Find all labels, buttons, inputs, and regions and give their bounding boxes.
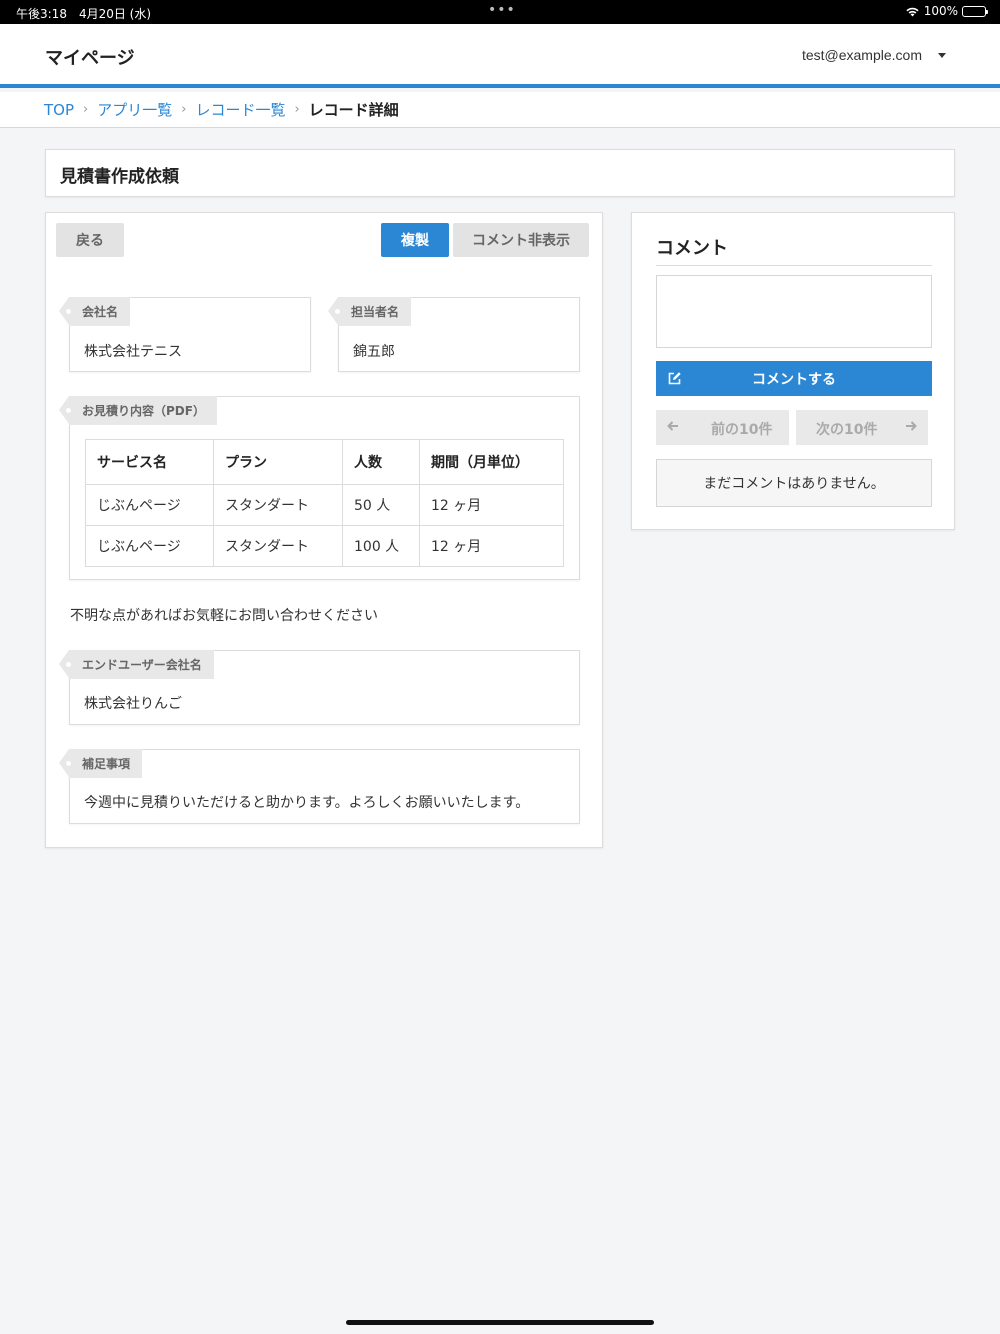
field-value-supplement: 今週中に見積りいただけると助かります。よろしくお願いいたします。: [84, 795, 530, 811]
empty-comments-message: まだコメントはありません。: [656, 459, 932, 507]
app-header: マイページ test@example.com: [0, 24, 1000, 88]
field-label-estimate: お見積り内容（PDF）: [59, 396, 217, 425]
breadcrumb-top[interactable]: TOP: [44, 101, 74, 119]
breadcrumb-app-list[interactable]: アプリ一覧: [97, 99, 172, 120]
note-text: 不明な点があればお気軽にお問い合わせください: [70, 608, 378, 624]
column-header: 人数: [342, 439, 420, 485]
comments-card: コメント コメントする 前の10件 次の10件 まだコメントはありません。: [631, 212, 955, 530]
chevron-right-icon: ›: [181, 102, 187, 117]
breadcrumb-current: レコード詳細: [308, 101, 399, 119]
status-time: 午後3:18 4月20日 (水): [16, 7, 152, 21]
field-value-company: 株式会社テニス: [84, 344, 182, 360]
column-header: 期間（月単位）: [419, 439, 564, 485]
arrow-right-icon: [904, 419, 918, 437]
table-cell: 100 人: [342, 525, 420, 567]
comment-input[interactable]: [656, 275, 932, 348]
field-company: 会社名 株式会社テニス: [58, 297, 311, 372]
breadcrumb: TOP › アプリ一覧 › レコード一覧 › レコード詳細: [0, 92, 1000, 128]
field-value-end-user: 株式会社りんご: [84, 696, 182, 712]
arrow-left-icon: [666, 419, 680, 437]
table-cell: スタンダート: [213, 484, 343, 526]
record-detail-card: 戻る 複製 コメント非表示 会社名 株式会社テニス 担当者名 錦五郎 お見積り内…: [45, 212, 603, 848]
post-comment-label: コメントする: [752, 371, 836, 388]
user-email[interactable]: test@example.com: [802, 47, 922, 63]
status-bar: 午後3:18 4月20日 (水) ••• 100%: [0, 0, 1000, 24]
field-estimate: お見積り内容（PDF） サービス名 プラン 人数 期間（月単位） じぶんページ …: [59, 396, 580, 580]
table-header-row: サービス名 プラン 人数 期間（月単位）: [85, 439, 564, 485]
table-cell: じぶんページ: [85, 525, 214, 567]
column-header: サービス名: [85, 439, 214, 485]
column-header: プラン: [213, 439, 343, 485]
table-cell: スタンダート: [213, 525, 343, 567]
table-row: じぶんページ スタンダート 50 人 12 ヶ月: [85, 484, 564, 526]
estimate-table: サービス名 プラン 人数 期間（月単位） じぶんページ スタンダート 50 人 …: [85, 439, 564, 567]
next-page-button[interactable]: 次の10件: [796, 410, 928, 445]
multitasking-dots[interactable]: •••: [488, 2, 516, 18]
field-label-end-user: エンドユーザー会社名: [59, 650, 214, 679]
field-supplement: 補足事項 今週中に見積りいただけると助かります。よろしくお願いいたします。: [58, 749, 580, 824]
field-end-user: エンドユーザー会社名 株式会社りんご: [59, 650, 580, 725]
home-indicator[interactable]: [346, 1320, 654, 1325]
chevron-right-icon: ›: [294, 102, 300, 117]
breadcrumb-record-list[interactable]: レコード一覧: [195, 99, 285, 120]
battery-icon: [962, 5, 988, 17]
status-right: 100%: [905, 4, 988, 18]
post-comment-button[interactable]: コメントする: [656, 361, 932, 396]
table-cell: じぶんページ: [85, 484, 214, 526]
field-label-supplement: 補足事項: [58, 749, 143, 778]
hide-comments-button[interactable]: コメント非表示: [453, 223, 589, 257]
table-cell: 12 ヶ月: [419, 484, 564, 526]
app-title[interactable]: マイページ: [45, 44, 135, 70]
comments-title: コメント: [656, 234, 932, 266]
back-button[interactable]: 戻る: [56, 223, 124, 257]
field-label-person: 担当者名: [327, 297, 412, 326]
table-cell: 50 人: [342, 484, 420, 526]
user-menu[interactable]: test@example.com: [802, 47, 946, 63]
field-label-company: 会社名: [58, 297, 131, 326]
page-title: 見積書作成依頼: [60, 167, 179, 187]
next-page-label: 次の10件: [816, 422, 878, 438]
field-person: 担当者名 錦五郎: [327, 297, 580, 372]
field-value-person: 錦五郎: [353, 344, 395, 360]
edit-icon: [664, 361, 684, 396]
caret-down-icon[interactable]: [938, 52, 946, 58]
table-row: じぶんページ スタンダート 100 人 12 ヶ月: [85, 525, 564, 567]
duplicate-button[interactable]: 複製: [381, 223, 449, 257]
wifi-icon: [906, 7, 919, 16]
table-cell: 12 ヶ月: [419, 525, 564, 567]
battery-percent: 100%: [923, 4, 958, 18]
chevron-right-icon: ›: [83, 102, 89, 117]
prev-page-label: 前の10件: [711, 422, 773, 438]
prev-page-button[interactable]: 前の10件: [656, 410, 789, 445]
page-title-card: 見積書作成依頼: [45, 149, 955, 197]
